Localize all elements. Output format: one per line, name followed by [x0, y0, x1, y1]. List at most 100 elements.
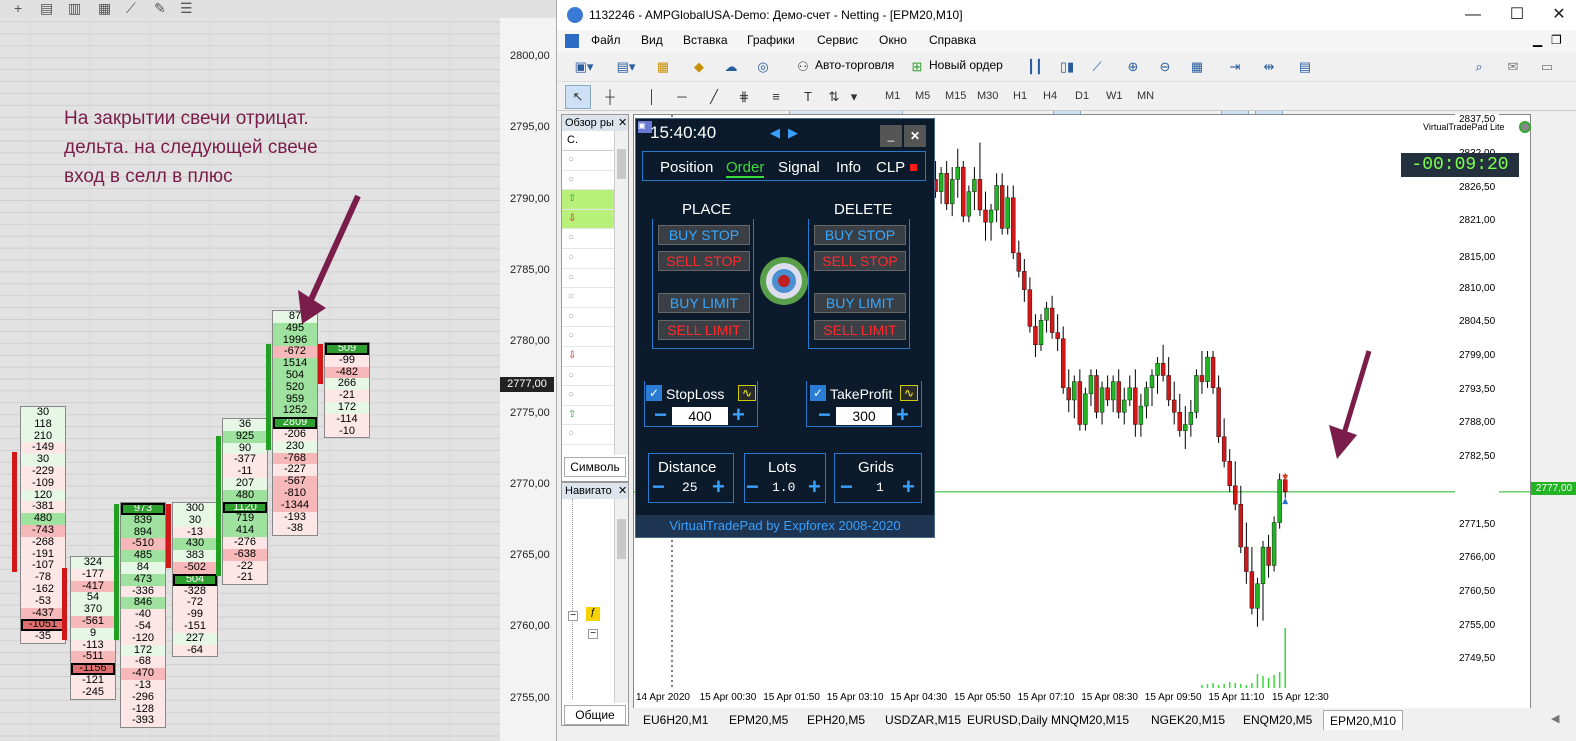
- vtp-prev-icon[interactable]: ◀: [770, 125, 780, 141]
- menu-window[interactable]: Окно: [879, 33, 907, 47]
- menu-tools[interactable]: Сервис: [817, 33, 858, 47]
- market-watch-row[interactable]: ○: [562, 229, 614, 249]
- crosshair-icon[interactable]: ┼: [599, 86, 621, 108]
- symbols-tab[interactable]: Символь: [564, 457, 626, 477]
- zoom-in-icon[interactable]: ⊕: [1121, 56, 1145, 78]
- market-watch-row[interactable]: ○: [562, 151, 614, 171]
- tf-m1[interactable]: M1: [885, 90, 900, 102]
- grids-value[interactable]: 1: [876, 480, 884, 495]
- market-watch-row[interactable]: ⇩: [562, 347, 614, 367]
- new-chart-icon[interactable]: ▣▾: [567, 56, 601, 78]
- vertical-line-icon[interactable]: │: [641, 86, 663, 108]
- tf-d1[interactable]: D1: [1075, 90, 1089, 102]
- market-watch-row[interactable]: ○: [562, 288, 614, 308]
- dropdown-icon[interactable]: ▾: [847, 86, 861, 108]
- trendline-icon[interactable]: ╱: [703, 86, 725, 108]
- tabs-scroll-icon[interactable]: ◀: [1551, 712, 1559, 725]
- market-watch-row[interactable]: ⇧: [562, 190, 614, 210]
- vtp-next-icon[interactable]: ▶: [788, 125, 798, 141]
- market-watch-row[interactable]: ○: [562, 425, 614, 445]
- market-watch-row[interactable]: ○: [562, 249, 614, 269]
- grids-plus-button[interactable]: +: [902, 476, 915, 498]
- stoploss-minus-button[interactable]: −: [654, 404, 667, 426]
- footprint-column[interactable]: 30 118 210 -149 30 -229 -109 120 -381 480 -743 -268…: [20, 406, 66, 644]
- stoploss-input[interactable]: 400: [672, 407, 728, 425]
- tf-m15[interactable]: M15: [945, 90, 966, 102]
- target-icon[interactable]: [758, 255, 810, 307]
- footprint-column[interactable]: 87 495 1996 -672 1514 504 520 959 1252 2809 -206 23…: [272, 310, 318, 537]
- chart-tab[interactable]: MNQM20,M15: [1045, 710, 1135, 730]
- takeprofit-input[interactable]: 300: [836, 407, 892, 425]
- menu-insert[interactable]: Вставка: [683, 33, 728, 47]
- market-watch-row[interactable]: ○: [562, 327, 614, 347]
- navigator-icon[interactable]: ☁: [719, 56, 743, 78]
- tile-windows-icon[interactable]: ▦: [1185, 56, 1209, 78]
- table-icon[interactable]: ▦: [98, 0, 111, 17]
- edit-icon[interactable]: ✎: [154, 0, 166, 17]
- stoploss-trailing-icon[interactable]: ∿: [738, 385, 756, 401]
- chart-tab[interactable]: NGEK20,M15: [1145, 710, 1231, 730]
- vtp-tab-order[interactable]: Order: [726, 159, 765, 178]
- vtp-tab-position[interactable]: Position: [660, 159, 713, 176]
- bars-icon[interactable]: ▥: [68, 0, 81, 17]
- distance-minus-button[interactable]: −: [652, 476, 665, 498]
- chart-tab[interactable]: EU6H20,M1: [637, 710, 714, 730]
- child-minimize-button[interactable]: ▁: [1533, 33, 1542, 47]
- delete-buy-limit-button[interactable]: BUY LIMIT: [814, 293, 906, 313]
- menu-file[interactable]: Файл: [591, 33, 621, 47]
- distance-plus-button[interactable]: +: [712, 476, 725, 498]
- child-restore-button[interactable]: ❐: [1551, 33, 1562, 47]
- line-chart-icon[interactable]: ⟋: [1085, 56, 1109, 78]
- lots-minus-button[interactable]: −: [746, 476, 759, 498]
- shapes-icon[interactable]: ⇅: [823, 86, 845, 108]
- market-watch-icon[interactable]: ◆: [687, 56, 711, 78]
- market-watch-close-icon[interactable]: ✕: [618, 116, 627, 129]
- search-icon[interactable]: ⌕: [1469, 56, 1489, 78]
- chart-tab[interactable]: EURUSD,Daily: [961, 710, 1054, 730]
- menu-help[interactable]: Справка: [929, 33, 976, 47]
- market-watch-row[interactable]: ○: [562, 367, 614, 387]
- lots-plus-button[interactable]: +: [808, 476, 821, 498]
- place-buy-limit-button[interactable]: BUY LIMIT: [658, 293, 750, 313]
- chart-tab[interactable]: ENQM20,M5: [1237, 710, 1318, 730]
- templates-icon[interactable]: ▦: [651, 56, 675, 78]
- navigator-scrollbar[interactable]: [614, 499, 628, 703]
- tf-m30[interactable]: M30: [977, 90, 998, 102]
- market-watch-row[interactable]: ○: [562, 386, 614, 406]
- vtp-tab-clp[interactable]: CLP: [876, 159, 905, 176]
- doc-icon[interactable]: ▤: [40, 0, 53, 17]
- distance-value[interactable]: 25: [682, 480, 698, 495]
- delete-sell-stop-button[interactable]: SELL STOP: [814, 251, 906, 271]
- tf-w1[interactable]: W1: [1106, 90, 1123, 102]
- market-watch-row[interactable]: ⇩: [562, 209, 614, 230]
- lots-value[interactable]: 1.0: [772, 480, 795, 495]
- footprint-column[interactable]: 973 839 894 -510 485 84 473 -336 846 -40 -54 -120 17…: [120, 502, 166, 729]
- horizontal-line-icon[interactable]: ─: [671, 86, 693, 108]
- tf-mn[interactable]: MN: [1137, 90, 1154, 102]
- zoom-out-icon[interactable]: ⊖: [1153, 56, 1177, 78]
- market-watch-row[interactable]: ○: [562, 308, 614, 328]
- maximize-button[interactable]: ☐: [1497, 4, 1537, 26]
- minimize-button[interactable]: —: [1453, 4, 1493, 26]
- chart-tab[interactable]: EPM20,M10: [1323, 710, 1404, 730]
- market-watch-scrollbar[interactable]: [614, 131, 628, 455]
- delete-sell-limit-button[interactable]: SELL LIMIT: [814, 320, 906, 340]
- footprint-column[interactable]: 36 925 90 -377 -11 207 480 1120 719 414 -276 -638 -2…: [222, 418, 268, 586]
- chart-tab[interactable]: USDZAR,M15: [879, 710, 967, 730]
- bar-chart-icon[interactable]: ┃┃: [1023, 56, 1047, 78]
- vtp-close-button[interactable]: ✕: [904, 125, 926, 147]
- footprint-column[interactable]: 300 30 -13 430 383 -502 504 -328 -72 -99 -151 227 -6…: [172, 502, 218, 658]
- function-icon[interactable]: ƒ: [586, 607, 600, 621]
- messages-icon[interactable]: ▭: [1537, 56, 1557, 78]
- vtp-minimize-button[interactable]: _: [880, 125, 902, 147]
- chart-tab[interactable]: EPM20,M5: [723, 710, 794, 730]
- market-watch-row[interactable]: ○: [562, 171, 614, 191]
- delete-buy-stop-button[interactable]: BUY STOP: [814, 225, 906, 245]
- text-icon[interactable]: T: [797, 86, 819, 108]
- close-button[interactable]: ✕: [1539, 4, 1576, 26]
- chat-icon[interactable]: ✉: [1503, 56, 1523, 78]
- place-sell-stop-button[interactable]: SELL STOP: [658, 251, 750, 271]
- tree-collapse-icon[interactable]: −: [568, 611, 578, 621]
- profiles-icon[interactable]: ▤▾: [609, 56, 643, 78]
- vtp-tab-signal[interactable]: Signal: [778, 159, 820, 176]
